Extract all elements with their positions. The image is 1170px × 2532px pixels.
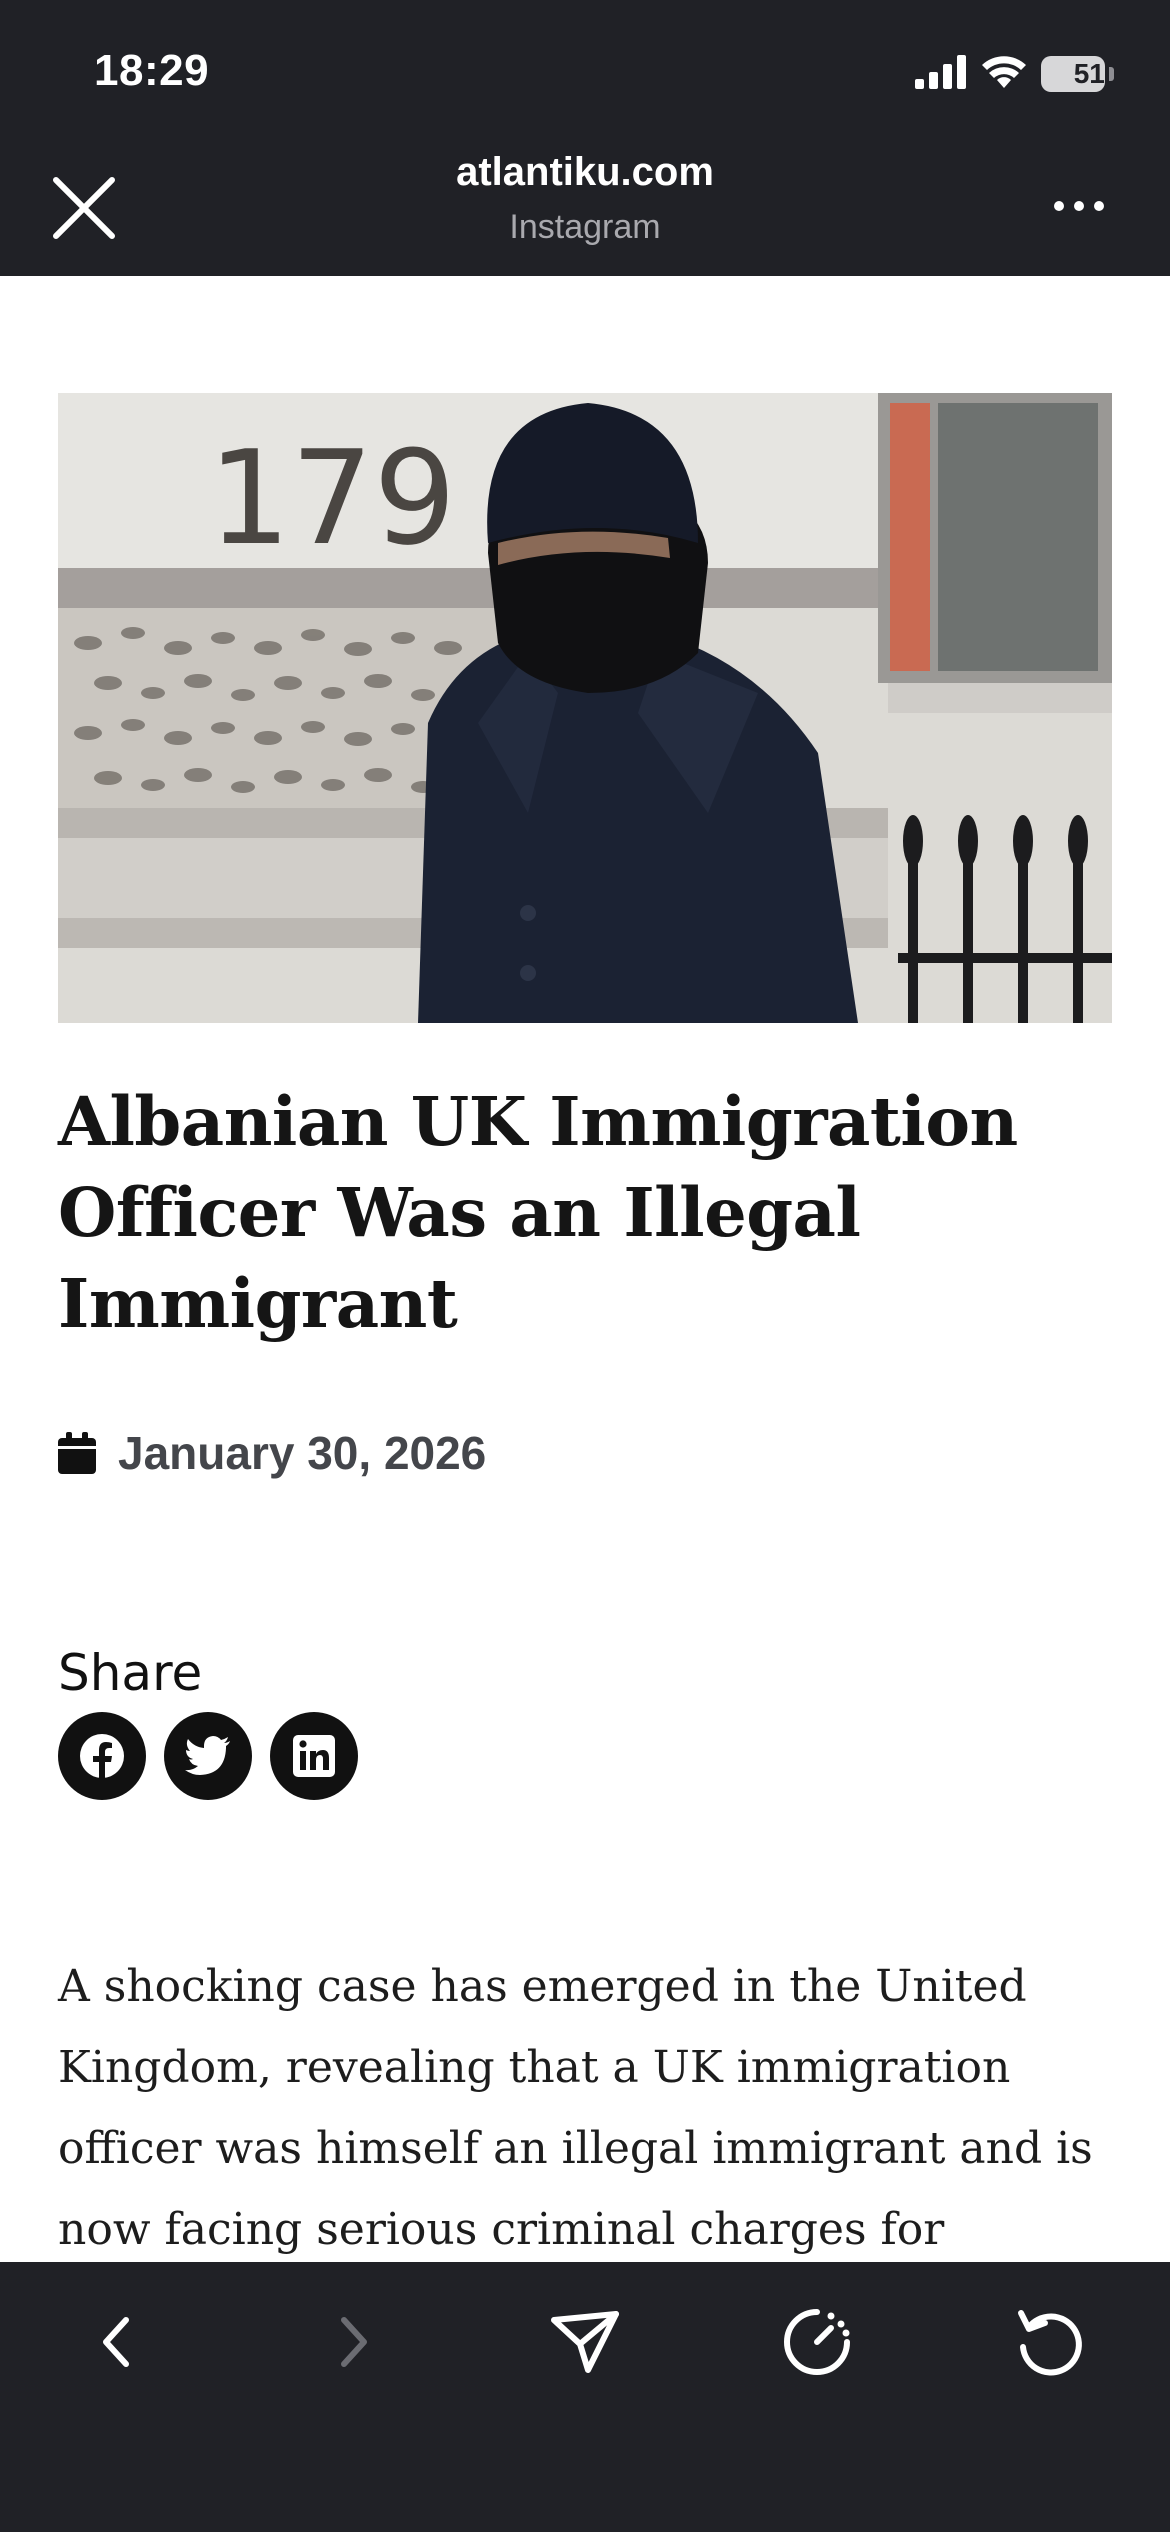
more-icon [1054, 201, 1064, 211]
site-domain: atlantiku.com [456, 150, 714, 194]
reload-icon [1018, 2310, 1082, 2376]
article-headline: Albanian UK Immigration Officer Was an I… [58, 1082, 1018, 1343]
calendar-icon [58, 1432, 96, 1474]
publish-date: January 30, 2026 [58, 1426, 486, 1480]
more-options-button[interactable] [1054, 194, 1114, 218]
back-button[interactable] [76, 2302, 156, 2382]
building-number: 179 [208, 422, 456, 574]
battery-icon: 51 [1041, 56, 1105, 92]
article-content[interactable]: 179 Albanian UK Immigration Officer Was … [0, 276, 1170, 2262]
share-icon [551, 2311, 619, 2373]
facebook-icon [80, 1734, 124, 1779]
publish-date-text: January 30, 2026 [118, 1427, 487, 1479]
browser-top-bar: 18:29 51 atlantiku.com Instagram [0, 0, 1170, 276]
wifi-icon [981, 54, 1027, 95]
cellular-signal-icon [915, 54, 967, 94]
share-label: Share [58, 1644, 203, 1702]
battery-percent: 51 [1073, 58, 1105, 89]
forward-button[interactable] [314, 2302, 394, 2382]
share-buttons [58, 1712, 358, 1800]
linkedin-icon [293, 1735, 335, 1777]
article-body: A shocking case has emerged in the Unite… [58, 1961, 1093, 2255]
hero-image: 179 [58, 393, 1112, 1023]
twitter-icon [185, 1736, 230, 1775]
facebook-share-button[interactable] [58, 1712, 146, 1800]
browser-bottom-toolbar [0, 2262, 1170, 2532]
status-icons: 51 [915, 52, 1114, 96]
status-time: 18:29 [94, 46, 210, 95]
share-button[interactable] [545, 2302, 625, 2382]
speed-button[interactable] [777, 2302, 857, 2382]
linkedin-share-button[interactable] [270, 1712, 358, 1800]
forward-icon [341, 2317, 367, 2367]
more-icon-dot [1074, 201, 1084, 211]
source-app-label: Instagram [509, 208, 661, 246]
reload-button[interactable] [1010, 2302, 1090, 2382]
back-icon [103, 2317, 129, 2367]
battery-nub [1109, 67, 1114, 81]
twitter-share-button[interactable] [164, 1712, 252, 1800]
speedometer-icon [784, 2309, 850, 2375]
more-icon-dot [1094, 201, 1104, 211]
